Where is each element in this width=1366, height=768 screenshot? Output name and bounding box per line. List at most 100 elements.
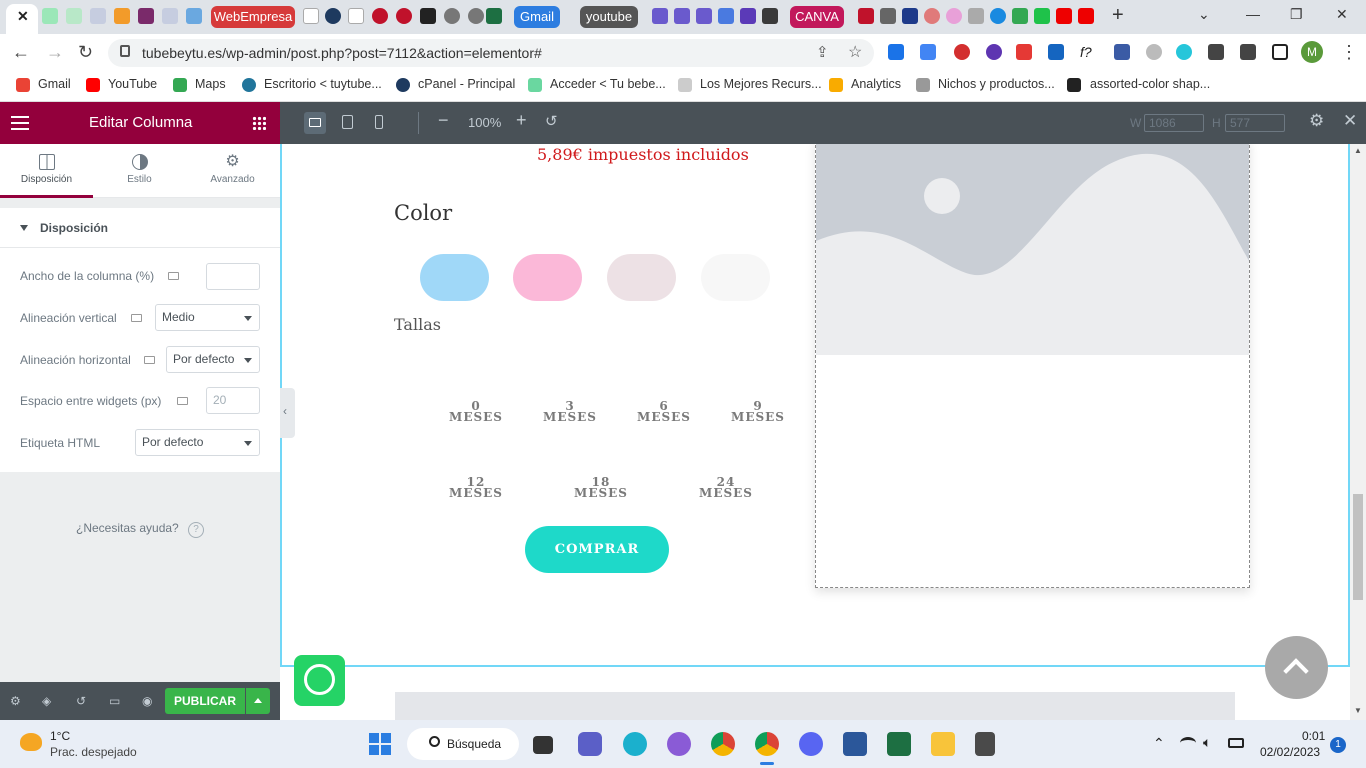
lock-icon[interactable]: [120, 45, 130, 57]
tab-favicon-icon[interactable]: [468, 8, 484, 24]
minimize-icon[interactable]: —: [1246, 6, 1260, 22]
clock-date[interactable]: 02/02/2023: [1260, 745, 1320, 759]
close-icon[interactable]: ✕: [1343, 111, 1357, 131]
tab-favicon-icon[interactable]: [1034, 8, 1050, 24]
tab-favicon-icon[interactable]: [762, 8, 778, 24]
publish-options-button[interactable]: [246, 688, 270, 714]
tab-favicon-icon[interactable]: [396, 8, 412, 24]
search-box[interactable]: Búsqueda: [407, 728, 519, 760]
tab-favicon-icon[interactable]: [186, 8, 202, 24]
scroll-up-icon[interactable]: ▲: [1354, 146, 1362, 155]
bookmark-cpanel[interactable]: cPanel - Principal: [418, 77, 515, 91]
tab-favicon-icon[interactable]: [968, 8, 984, 24]
size-option[interactable]: 24 MESES: [696, 476, 756, 499]
tab-favicon-icon[interactable]: [66, 8, 82, 24]
widget-space-input[interactable]: 20: [206, 387, 260, 414]
puzzle-icon[interactable]: [1208, 44, 1224, 60]
section-header[interactable]: Disposición: [0, 208, 280, 248]
widgets-grid-icon[interactable]: [252, 116, 266, 130]
height-input[interactable]: 577: [1225, 114, 1285, 132]
tab-favicon-icon[interactable]: [652, 8, 668, 24]
mobile-device-icon[interactable]: [375, 115, 383, 129]
tab-disposicion[interactable]: Disposición: [0, 144, 93, 198]
size-option[interactable]: 9 MESES: [728, 400, 788, 423]
responsive-icon[interactable]: ▭: [109, 694, 122, 708]
image-column[interactable]: [815, 144, 1250, 588]
eye-icon[interactable]: ◉: [142, 694, 155, 708]
tab-favicon-icon[interactable]: [946, 8, 962, 24]
collapse-panel-handle[interactable]: ‹: [280, 388, 295, 438]
start-button[interactable]: [369, 733, 391, 755]
tab-favicon-icon[interactable]: [858, 8, 874, 24]
chrome-icon[interactable]: [711, 732, 735, 756]
size-option[interactable]: 12 MESES: [446, 476, 506, 499]
scrollbar[interactable]: ▲ ▼: [1350, 144, 1366, 720]
buy-button[interactable]: COMPRAR: [525, 526, 669, 573]
scroll-top-button[interactable]: [1265, 636, 1328, 699]
bookmark-nichos[interactable]: Nichos y productos...: [938, 77, 1055, 91]
extension-icon[interactable]: [954, 44, 970, 60]
extension-icon[interactable]: [1048, 44, 1064, 60]
column-width-input[interactable]: [206, 263, 260, 290]
edge-icon[interactable]: [623, 732, 647, 756]
extension-icon[interactable]: f?: [1080, 44, 1096, 60]
sidepanel-icon[interactable]: [1272, 44, 1288, 60]
weather-icon[interactable]: [20, 733, 42, 751]
address-bar[interactable]: tubebeytu.es/wp-admin/post.php?post=7112…: [108, 39, 874, 67]
reload-icon[interactable]: ↻: [78, 42, 93, 63]
tab-favicon-icon[interactable]: [990, 8, 1006, 24]
extension-icon[interactable]: [888, 44, 904, 60]
tab-favicon-icon[interactable]: [696, 8, 712, 24]
url-text[interactable]: tubebeytu.es/wp-admin/post.php?post=7112…: [142, 45, 542, 61]
desktop-icon[interactable]: [177, 397, 188, 405]
wifi-icon[interactable]: [1180, 737, 1196, 749]
tab-favicon-icon[interactable]: [486, 8, 502, 24]
tab-favicon-icon[interactable]: [348, 8, 364, 24]
size-option[interactable]: 6 MESES: [634, 400, 694, 423]
tab-favicon-icon[interactable]: [1056, 8, 1072, 24]
bookmark-youtube[interactable]: YouTube: [108, 77, 157, 91]
tab-favicon-icon[interactable]: [138, 8, 154, 24]
tab-gmail[interactable]: Gmail: [514, 6, 560, 28]
discord-icon[interactable]: [799, 732, 823, 756]
swatch-lightpink[interactable]: [607, 254, 676, 301]
chevron-down-icon[interactable]: ⌄: [1198, 6, 1210, 23]
tab-favicon-icon[interactable]: [325, 8, 341, 24]
scroll-down-icon[interactable]: ▼: [1354, 706, 1362, 715]
size-option[interactable]: 18 MESES: [571, 476, 631, 499]
zoom-out-icon[interactable]: −: [438, 110, 449, 131]
tablet-device-icon[interactable]: [342, 115, 353, 129]
navigator-icon[interactable]: ◈: [42, 694, 55, 708]
tab-favicon-icon[interactable]: [924, 8, 940, 24]
menu-kebab-icon[interactable]: ⋮: [1340, 42, 1358, 63]
teams-icon[interactable]: [578, 732, 602, 756]
width-input[interactable]: 1086: [1144, 114, 1204, 132]
forward-icon[interactable]: →: [46, 42, 64, 63]
desktop-icon[interactable]: [168, 272, 179, 280]
tab-favicon-icon[interactable]: [114, 8, 130, 24]
task-view-icon[interactable]: [533, 736, 553, 754]
whatsapp-button[interactable]: [294, 655, 345, 706]
tab-favicon-icon[interactable]: [90, 8, 106, 24]
desktop-icon[interactable]: [144, 356, 155, 364]
tab-favicon-icon[interactable]: [674, 8, 690, 24]
file-explorer-icon[interactable]: [931, 732, 955, 756]
extension-icon[interactable]: [1146, 44, 1162, 60]
battery-icon[interactable]: [1228, 738, 1244, 748]
gear-icon[interactable]: ⚙: [1309, 111, 1324, 131]
tab-estilo[interactable]: Estilo: [93, 144, 186, 198]
back-icon[interactable]: ←: [12, 42, 30, 63]
vertical-align-select[interactable]: Medio: [155, 304, 260, 331]
history-icon[interactable]: ↺: [76, 694, 89, 708]
tab-canva[interactable]: CANVA: [790, 6, 844, 28]
horizontal-align-select[interactable]: Por defecto: [166, 346, 260, 373]
copilot-icon[interactable]: [667, 732, 691, 756]
size-option[interactable]: 3 MESES: [540, 400, 600, 423]
restore-icon[interactable]: ❐: [1290, 6, 1303, 23]
tab-favicon-icon[interactable]: [444, 8, 460, 24]
notification-badge[interactable]: 1: [1330, 737, 1346, 753]
bookmark-recursos[interactable]: Los Mejores Recurs...: [700, 77, 822, 91]
swatch-white[interactable]: [701, 254, 770, 301]
tab-favicon-icon[interactable]: [902, 8, 918, 24]
desktop-icon[interactable]: [131, 314, 142, 322]
